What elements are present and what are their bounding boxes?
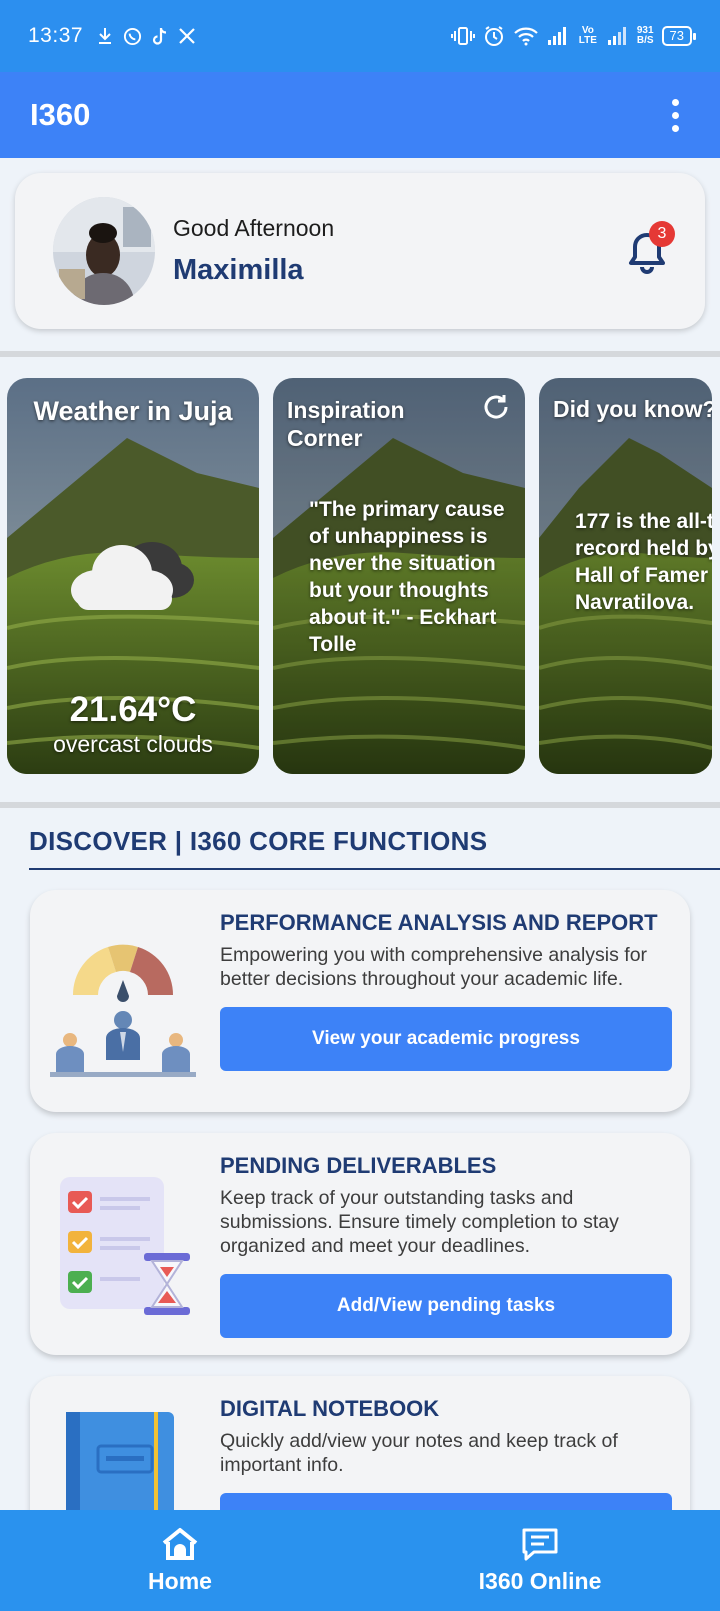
notifications-button[interactable]: 3 (627, 221, 675, 275)
whatsapp-icon (124, 27, 142, 45)
checklist-hourglass-icon (60, 1177, 190, 1315)
function-title: PENDING DELIVERABLES (220, 1153, 497, 1178)
refresh-icon[interactable] (481, 392, 511, 422)
net-speed-unit: B/S (636, 35, 654, 46)
function-description: Quickly add/view your notes and keep tra… (220, 1430, 618, 1476)
function-card-performance: PERFORMANCE ANALYSIS AND REPORT Empoweri… (30, 890, 690, 1112)
did-you-know-title: Did you know? (553, 396, 712, 422)
greeting-salutation: Good Afternoon (173, 215, 335, 241)
inspiration-card[interactable]: Inspiration Corner "The primary cause of… (273, 378, 525, 774)
did-you-know-fact: 177 is the all-time titles record held b… (575, 510, 712, 614)
home-icon (162, 1528, 198, 1560)
net-speed: 931 B/S (637, 26, 654, 46)
weather-card[interactable]: Weather in Juja 21.64°C overcast clouds (7, 378, 259, 774)
inspiration-title: Inspiration Corner (287, 397, 405, 451)
app-bar: I360 (0, 72, 720, 158)
section-underline (29, 868, 720, 870)
app-title: I360 (30, 97, 91, 132)
download-icon (99, 28, 112, 44)
status-time: 13:37 (28, 24, 84, 47)
did-you-know-card[interactable]: Did you know? 177 is the all-time titles… (539, 378, 712, 774)
performance-gauge-icon (50, 944, 196, 1077)
chat-icon (522, 1528, 558, 1561)
vibrate-icon (450, 27, 475, 45)
section-title: DISCOVER | I360 CORE FUNCTIONS (29, 826, 488, 856)
function-title: DIGITAL NOTEBOOK (220, 1396, 440, 1421)
function-description: Empowering you with comprehensive analys… (220, 944, 648, 990)
weather-title: Weather in Juja (33, 396, 233, 426)
signal-icon (547, 27, 566, 45)
info-carousel[interactable]: Weather in Juja 21.64°C overcast clouds … (0, 378, 720, 774)
cloud-icon (71, 542, 194, 610)
greeting-card: Good Afternoon Maximilla 3 (15, 173, 705, 329)
weather-description: overcast clouds (53, 731, 213, 757)
battery-indicator: 73 (661, 26, 697, 46)
function-description: Keep track of your outstanding tasks and… (220, 1187, 619, 1257)
inspiration-quote: "The primary cause of unhappiness is nev… (309, 498, 505, 656)
nav-i360-online[interactable]: I360 Online (360, 1510, 720, 1611)
system-icons: Vo LTE 931 B/S 73 (450, 25, 697, 47)
view-academic-progress-button[interactable]: View your academic progress (220, 1007, 672, 1071)
more-vertical-icon[interactable] (660, 95, 690, 135)
user-name: Maximilla (173, 254, 304, 286)
alarm-icon (484, 26, 503, 46)
nav-home[interactable]: Home (0, 1510, 360, 1611)
notification-badge: 3 (649, 221, 675, 247)
weather-temperature: 21.64°C (69, 690, 197, 729)
nav-home-label: Home (148, 1568, 212, 1594)
bottom-navigation: Home I360 Online (0, 1510, 720, 1611)
nav-i360-online-label: I360 Online (478, 1568, 602, 1594)
status-bar: 13:37 Vo LTE 931 B/S 73 (0, 0, 720, 72)
divider (0, 351, 720, 357)
add-view-pending-tasks-button[interactable]: Add/View pending tasks (220, 1274, 672, 1338)
wifi-icon (514, 27, 538, 46)
tiktok-icon (153, 27, 167, 45)
x-icon (179, 28, 195, 44)
signal-icon (607, 27, 626, 45)
function-title: PERFORMANCE ANALYSIS AND REPORT (220, 910, 658, 935)
divider (0, 802, 720, 808)
notification-icons (97, 27, 196, 46)
volte-label: Vo LTE (578, 25, 597, 46)
function-card-deliverables: PENDING DELIVERABLES Keep track of your … (30, 1133, 690, 1355)
avatar[interactable] (53, 197, 155, 305)
